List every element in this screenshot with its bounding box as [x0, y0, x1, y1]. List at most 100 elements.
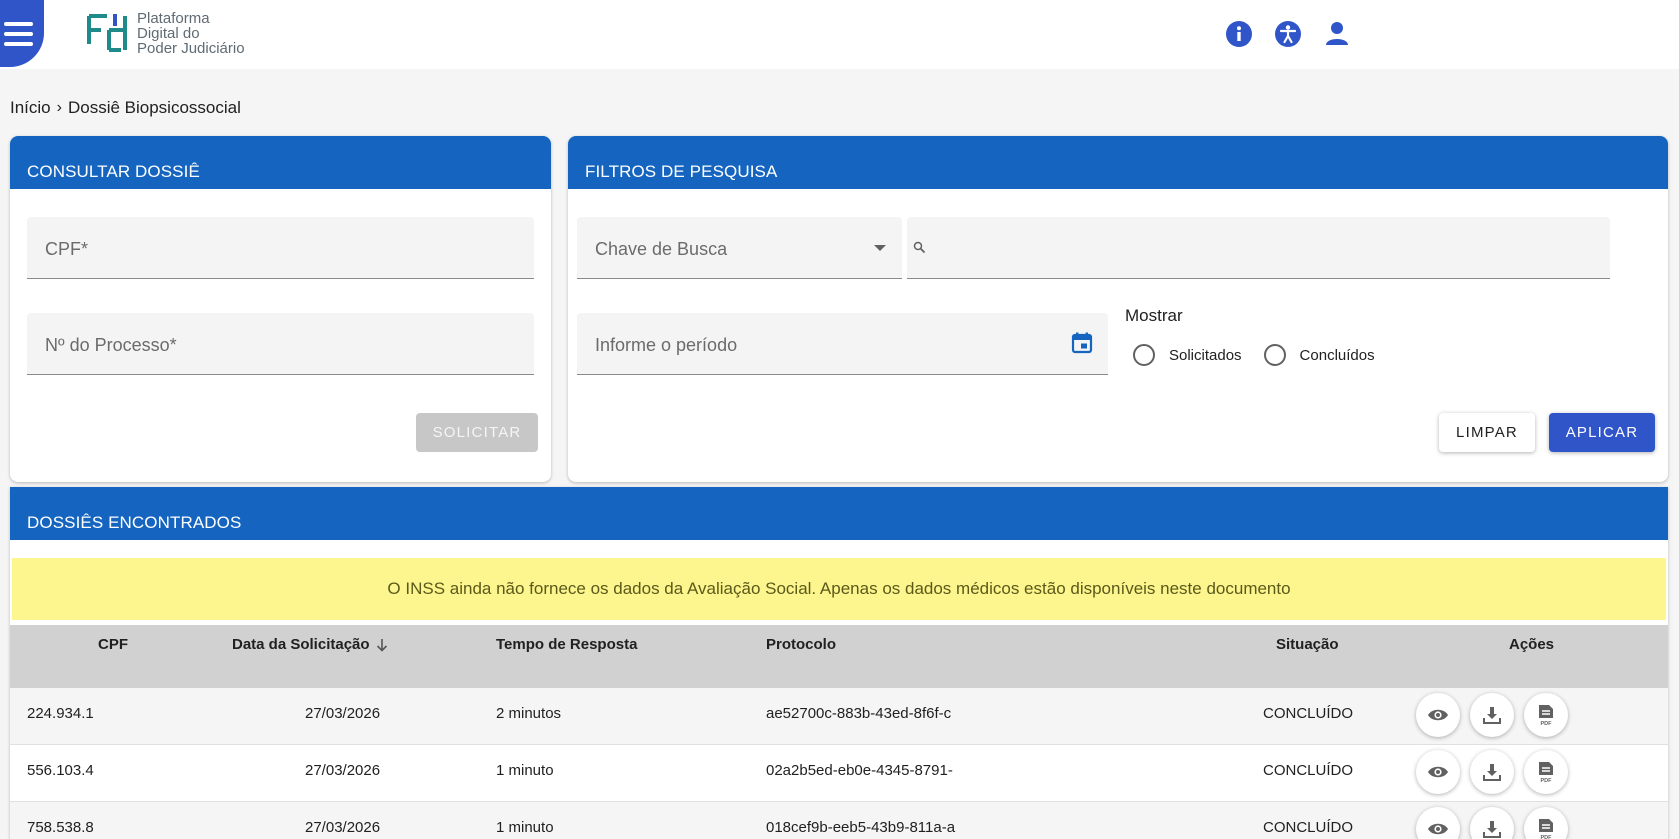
column-header-data-label: Data da Solicitação: [232, 636, 370, 653]
cell-protocolo: 02a2b5ed-eb0e-4345-8791-: [766, 762, 953, 779]
pdf-icon: PDF: [1539, 705, 1553, 726]
cell-situacao: CONCLUÍDO: [1263, 819, 1354, 836]
logo-text-line: Plataforma: [137, 9, 210, 27]
sort-arrow-down-icon: [376, 638, 387, 652]
download-icon: [1483, 764, 1501, 781]
cpf-field[interactable]: CPF*: [27, 217, 534, 279]
radio-concluidos-label: Concluídos: [1299, 346, 1375, 364]
column-header-acoes: Ações: [1509, 636, 1555, 653]
alert-banner: O INSS ainda não fornece os dados da Ava…: [12, 558, 1666, 620]
calendar-icon[interactable]: [1070, 331, 1094, 355]
download-button[interactable]: [1470, 693, 1514, 737]
chave-busca-select[interactable]: Chave de Busca: [577, 217, 902, 279]
cell-situacao: CONCLUÍDO: [1263, 705, 1354, 722]
aplicar-button[interactable]: APLICAR: [1549, 413, 1655, 452]
row-actions: PDF: [1416, 807, 1568, 839]
mostrar-radio-group: Solicitados Concluídos: [1133, 344, 1375, 366]
user-icon[interactable]: [1323, 20, 1351, 48]
radio-unchecked-icon: [1133, 344, 1155, 366]
column-header-situacao[interactable]: Situação: [1276, 636, 1339, 653]
consultar-dossie-card: CONSULTAR DOSSIÊ CPF* Nº do Processo* SO…: [10, 136, 551, 482]
menu-button[interactable]: [0, 0, 44, 67]
periodo-field[interactable]: Informe o período: [577, 313, 1108, 375]
mostrar-label: Mostrar: [1125, 306, 1183, 325]
column-header-protocolo[interactable]: Protocolo: [766, 636, 836, 653]
radio-solicitados[interactable]: Solicitados: [1133, 344, 1242, 366]
periodo-label: Informe o período: [595, 335, 738, 355]
download-icon: [1483, 707, 1501, 724]
dossies-encontrados-card: DOSSIÊS ENCONTRADOS O INSS ainda não for…: [10, 487, 1668, 839]
cell-data: 27/03/2026: [305, 819, 381, 836]
cell-tempo: 1 minuto: [496, 762, 554, 779]
logo-text-line: Digital do: [137, 24, 200, 42]
chevron-right-icon: ›: [56, 99, 62, 116]
eye-icon: [1428, 823, 1448, 835]
dropdown-arrow-icon: [874, 245, 886, 251]
column-header-data[interactable]: Data da Solicitação: [232, 636, 388, 653]
table-row[interactable]: 556.103.4 27/03/2026 1 minuto 02a2b5ed-e…: [10, 745, 1668, 802]
eye-icon: [1428, 766, 1448, 778]
limpar-button[interactable]: LIMPAR: [1439, 413, 1535, 452]
pdpj-logo-icon: [87, 14, 127, 52]
table-row[interactable]: 224.934.1 27/03/2026 2 minutos ae52700c-…: [10, 688, 1668, 745]
card-title: CONSULTAR DOSSIÊ: [10, 136, 551, 189]
svg-text:PDF: PDF: [1541, 721, 1553, 726]
top-bar: Plataforma Digital do Poder Judiciário: [0, 0, 1679, 69]
radio-unchecked-icon: [1263, 344, 1286, 366]
svg-text:PDF: PDF: [1541, 778, 1553, 783]
info-icon[interactable]: [1225, 20, 1253, 48]
radio-concluidos[interactable]: Concluídos: [1263, 344, 1375, 366]
view-button[interactable]: [1416, 807, 1460, 839]
download-button[interactable]: [1470, 750, 1514, 794]
cell-cpf: 758.538.8: [27, 819, 94, 836]
breadcrumb-current: Dossiê Biopsicossocial: [67, 98, 241, 117]
menu-icon-line: [4, 41, 33, 46]
svg-text:PDF: PDF: [1541, 835, 1553, 839]
download-icon: [1483, 821, 1501, 838]
view-button[interactable]: [1416, 693, 1460, 737]
breadcrumb-home[interactable]: Início: [10, 98, 51, 118]
table-header: CPF Data da Solicitação Tempo de Respost…: [10, 625, 1668, 688]
download-button[interactable]: [1470, 807, 1514, 839]
cell-tempo: 2 minutos: [496, 705, 562, 722]
processo-field[interactable]: Nº do Processo*: [27, 313, 534, 375]
cell-cpf: 556.103.4: [27, 762, 94, 779]
pdf-button[interactable]: PDF: [1524, 750, 1568, 794]
logo-text-line: Poder Judiciário: [137, 39, 245, 57]
pdf-button[interactable]: PDF: [1524, 693, 1568, 737]
logo[interactable]: Plataforma Digital do Poder Judiciário: [85, 10, 247, 56]
eye-icon: [1428, 709, 1448, 721]
search-input[interactable]: [907, 217, 1610, 279]
column-header-tempo[interactable]: Tempo de Resposta: [496, 636, 637, 653]
radio-solicitados-label: Solicitados: [1169, 346, 1242, 364]
logo-text: Plataforma Digital do Poder Judiciário: [137, 11, 247, 56]
breadcrumb: Início › Dossiê Biopsicossocial: [10, 98, 241, 118]
table-row[interactable]: 758.538.8 27/03/2026 1 minuto 018cef9b-e…: [10, 802, 1668, 839]
cell-cpf: 224.934.1: [27, 705, 94, 722]
search-icon: [913, 241, 926, 254]
cell-data: 27/03/2026: [305, 762, 381, 779]
menu-icon-line: [4, 21, 33, 26]
cell-protocolo: ae52700c-883b-43ed-8f6f-c: [766, 705, 952, 722]
filtros-pesquisa-card: FILTROS DE PESQUISA Chave de Busca Infor…: [568, 136, 1668, 482]
top-icons: [1225, 20, 1351, 48]
row-actions: PDF: [1416, 750, 1568, 794]
row-actions: PDF: [1416, 693, 1568, 737]
menu-icon-line: [4, 31, 33, 36]
cell-data: 27/03/2026: [305, 705, 381, 722]
card-title: DOSSIÊS ENCONTRADOS: [10, 487, 1668, 540]
cell-protocolo: 018cef9b-eeb5-43b9-811a-a: [766, 819, 956, 836]
pdf-button[interactable]: PDF: [1524, 807, 1568, 839]
column-header-cpf[interactable]: CPF: [98, 636, 128, 653]
accessibility-icon[interactable]: [1274, 20, 1302, 48]
cell-situacao: CONCLUÍDO: [1263, 762, 1354, 779]
pdf-icon: PDF: [1539, 819, 1553, 839]
card-title: FILTROS DE PESQUISA: [568, 136, 1668, 189]
pdf-icon: PDF: [1539, 762, 1553, 783]
chave-busca-label: Chave de Busca: [595, 239, 728, 259]
cell-tempo: 1 minuto: [496, 819, 554, 836]
solicitar-button[interactable]: SOLICITAR: [416, 413, 538, 452]
view-button[interactable]: [1416, 750, 1460, 794]
processo-label: Nº do Processo*: [45, 335, 177, 355]
cpf-label: CPF*: [45, 239, 89, 259]
